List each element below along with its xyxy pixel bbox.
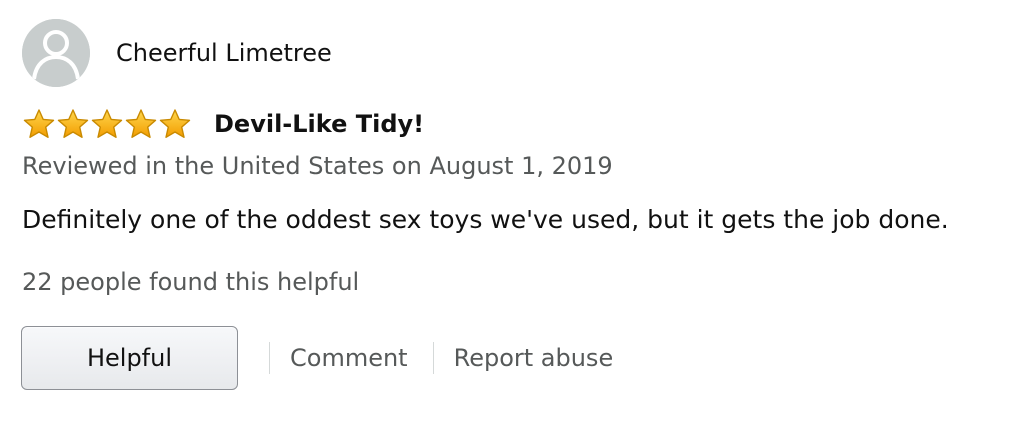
helpful-button[interactable]: Helpful xyxy=(21,326,238,390)
review-date: Reviewed in the United States on August … xyxy=(22,152,613,180)
helpful-count: 22 people found this helpful xyxy=(22,268,360,296)
filled-star-icon xyxy=(125,109,157,138)
review-actions: Helpful Comment Report abuse xyxy=(21,325,613,391)
comment-link[interactable]: Comment xyxy=(290,342,408,374)
divider xyxy=(432,342,434,374)
divider xyxy=(269,342,270,374)
rating-row: Devil-Like Tidy! xyxy=(22,106,424,142)
star-rating[interactable] xyxy=(22,108,192,140)
filled-star-icon xyxy=(91,109,123,138)
filled-star-icon xyxy=(159,109,191,138)
avatar[interactable] xyxy=(22,19,90,87)
reviewer-profile[interactable]: Cheerful Limetree xyxy=(22,19,332,87)
review-body: Definitely one of the oddest sex toys we… xyxy=(22,205,949,234)
default-user-silhouette-icon xyxy=(22,19,90,87)
filled-star-icon xyxy=(57,109,89,138)
review-title[interactable]: Devil-Like Tidy! xyxy=(214,109,424,139)
reviewer-name[interactable]: Cheerful Limetree xyxy=(116,38,332,68)
report-abuse-link[interactable]: Report abuse xyxy=(454,342,614,374)
customer-review: Cheerful Limetree Devil-Like Tidy! Revie… xyxy=(0,0,1016,435)
filled-star-icon xyxy=(23,109,55,138)
